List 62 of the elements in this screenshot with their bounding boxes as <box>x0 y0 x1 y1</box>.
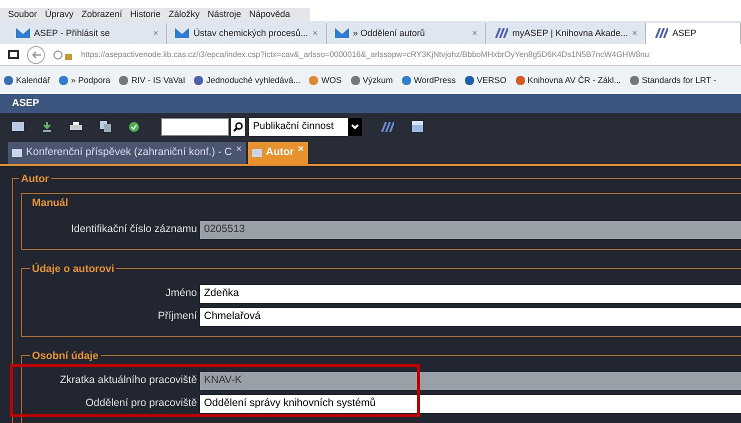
back-arrow-icon <box>32 50 40 59</box>
lock-warning-icon <box>53 50 73 60</box>
menu-item[interactable]: Zobrazení <box>82 8 122 22</box>
close-tab-button[interactable]: × <box>472 26 478 40</box>
window-icon[interactable] <box>8 50 19 60</box>
text-field[interactable]: Zdeňka <box>200 285 741 303</box>
text-field[interactable]: Oddělení správy knihovních systémů <box>200 395 741 413</box>
tab-label: ASEP - Přihlásit se <box>34 26 111 40</box>
field-label: Oddělení pro pracoviště <box>84 396 197 412</box>
stripes-icon <box>654 28 668 38</box>
window-icon <box>12 149 22 157</box>
bookmark-link[interactable]: Standards for LRT - <box>642 74 716 86</box>
menu-item[interactable]: Úpravy <box>45 8 74 22</box>
chevron-down-icon <box>351 124 359 130</box>
field-label: Jméno <box>164 286 197 302</box>
app-tab[interactable]: Konferenční příspěvek (zahraniční konf.) - C × <box>8 142 246 164</box>
window-icon <box>252 149 262 157</box>
app-title: ASEP <box>12 96 40 111</box>
bookmark-link[interactable]: » Podpora <box>71 74 110 86</box>
envelope-icon <box>16 28 30 38</box>
back-button[interactable] <box>27 46 45 64</box>
search-button[interactable] <box>231 118 245 136</box>
download-icon[interactable] <box>42 122 52 132</box>
window-icon[interactable] <box>12 122 24 132</box>
browser-tab[interactable]: ASEP <box>646 22 741 44</box>
bookmark-link[interactable]: WordPress <box>414 74 456 86</box>
close-tab-button[interactable]: × <box>236 142 242 157</box>
stripes-icon <box>494 28 508 38</box>
tab-label: ASEP <box>672 26 698 40</box>
bookmark-link[interactable]: Knihovna AV ČR - Zákl... <box>528 74 621 86</box>
bookmark-link[interactable]: Kalendář <box>16 74 50 86</box>
tab-label: Ústav chemických procesů... <box>193 26 309 40</box>
tab-label: » Oddělení autorů <box>352 26 426 40</box>
save-icon[interactable] <box>412 121 423 132</box>
bookmark-link[interactable]: Výzkum <box>362 74 393 86</box>
bookmark-link[interactable]: RIV - IS VaVaI <box>131 74 186 86</box>
bookmark-link[interactable]: Jednoduché vyhledává... <box>206 74 300 86</box>
search-icon <box>233 122 243 132</box>
menu-item[interactable]: Historie <box>130 8 161 22</box>
envelope-icon <box>175 28 190 38</box>
menu-item[interactable]: Nápověda <box>249 8 290 22</box>
close-tab-button[interactable]: × <box>632 26 638 40</box>
search-field[interactable] <box>161 118 229 136</box>
field-label: Příjmení <box>156 309 197 324</box>
envelope-icon <box>334 28 349 38</box>
close-tab-button[interactable]: × <box>153 26 158 40</box>
menu-item[interactable]: Soubor <box>8 8 38 22</box>
field-label: Identifikační číslo záznamu <box>70 222 197 238</box>
close-tab-button[interactable]: × <box>312 26 318 40</box>
check-circle-icon[interactable] <box>129 122 139 132</box>
category-dropdown[interactable]: Publikační činnost <box>249 118 362 136</box>
bookmark-link[interactable]: VERSO <box>476 74 507 86</box>
field-label: Zkratka aktuálního pracoviště <box>58 373 197 388</box>
copy-icon[interactable] <box>100 121 111 132</box>
text-field[interactable]: Chmelařová <box>200 308 741 326</box>
slanted-lines-icon[interactable] <box>380 122 394 132</box>
tab-label: myASEP | Knihovna Akade... <box>512 26 628 40</box>
menu-item[interactable]: Záložky <box>168 8 200 22</box>
printer-icon[interactable] <box>70 122 82 132</box>
menu-item[interactable]: Nástroje <box>208 8 242 22</box>
url-text[interactable]: https://asepactivenode.lib.cas.cz/i3/epca/index.csp?ictx=cav&_arlsso=0000016&_arlssopw=cRY3KjNtvjohz/BbboMHxbrOyYen8g5D6K4Ds1N5B7ncW4GHW8nu <box>81 48 650 61</box>
bookmark-link[interactable]: WOS <box>321 74 342 86</box>
